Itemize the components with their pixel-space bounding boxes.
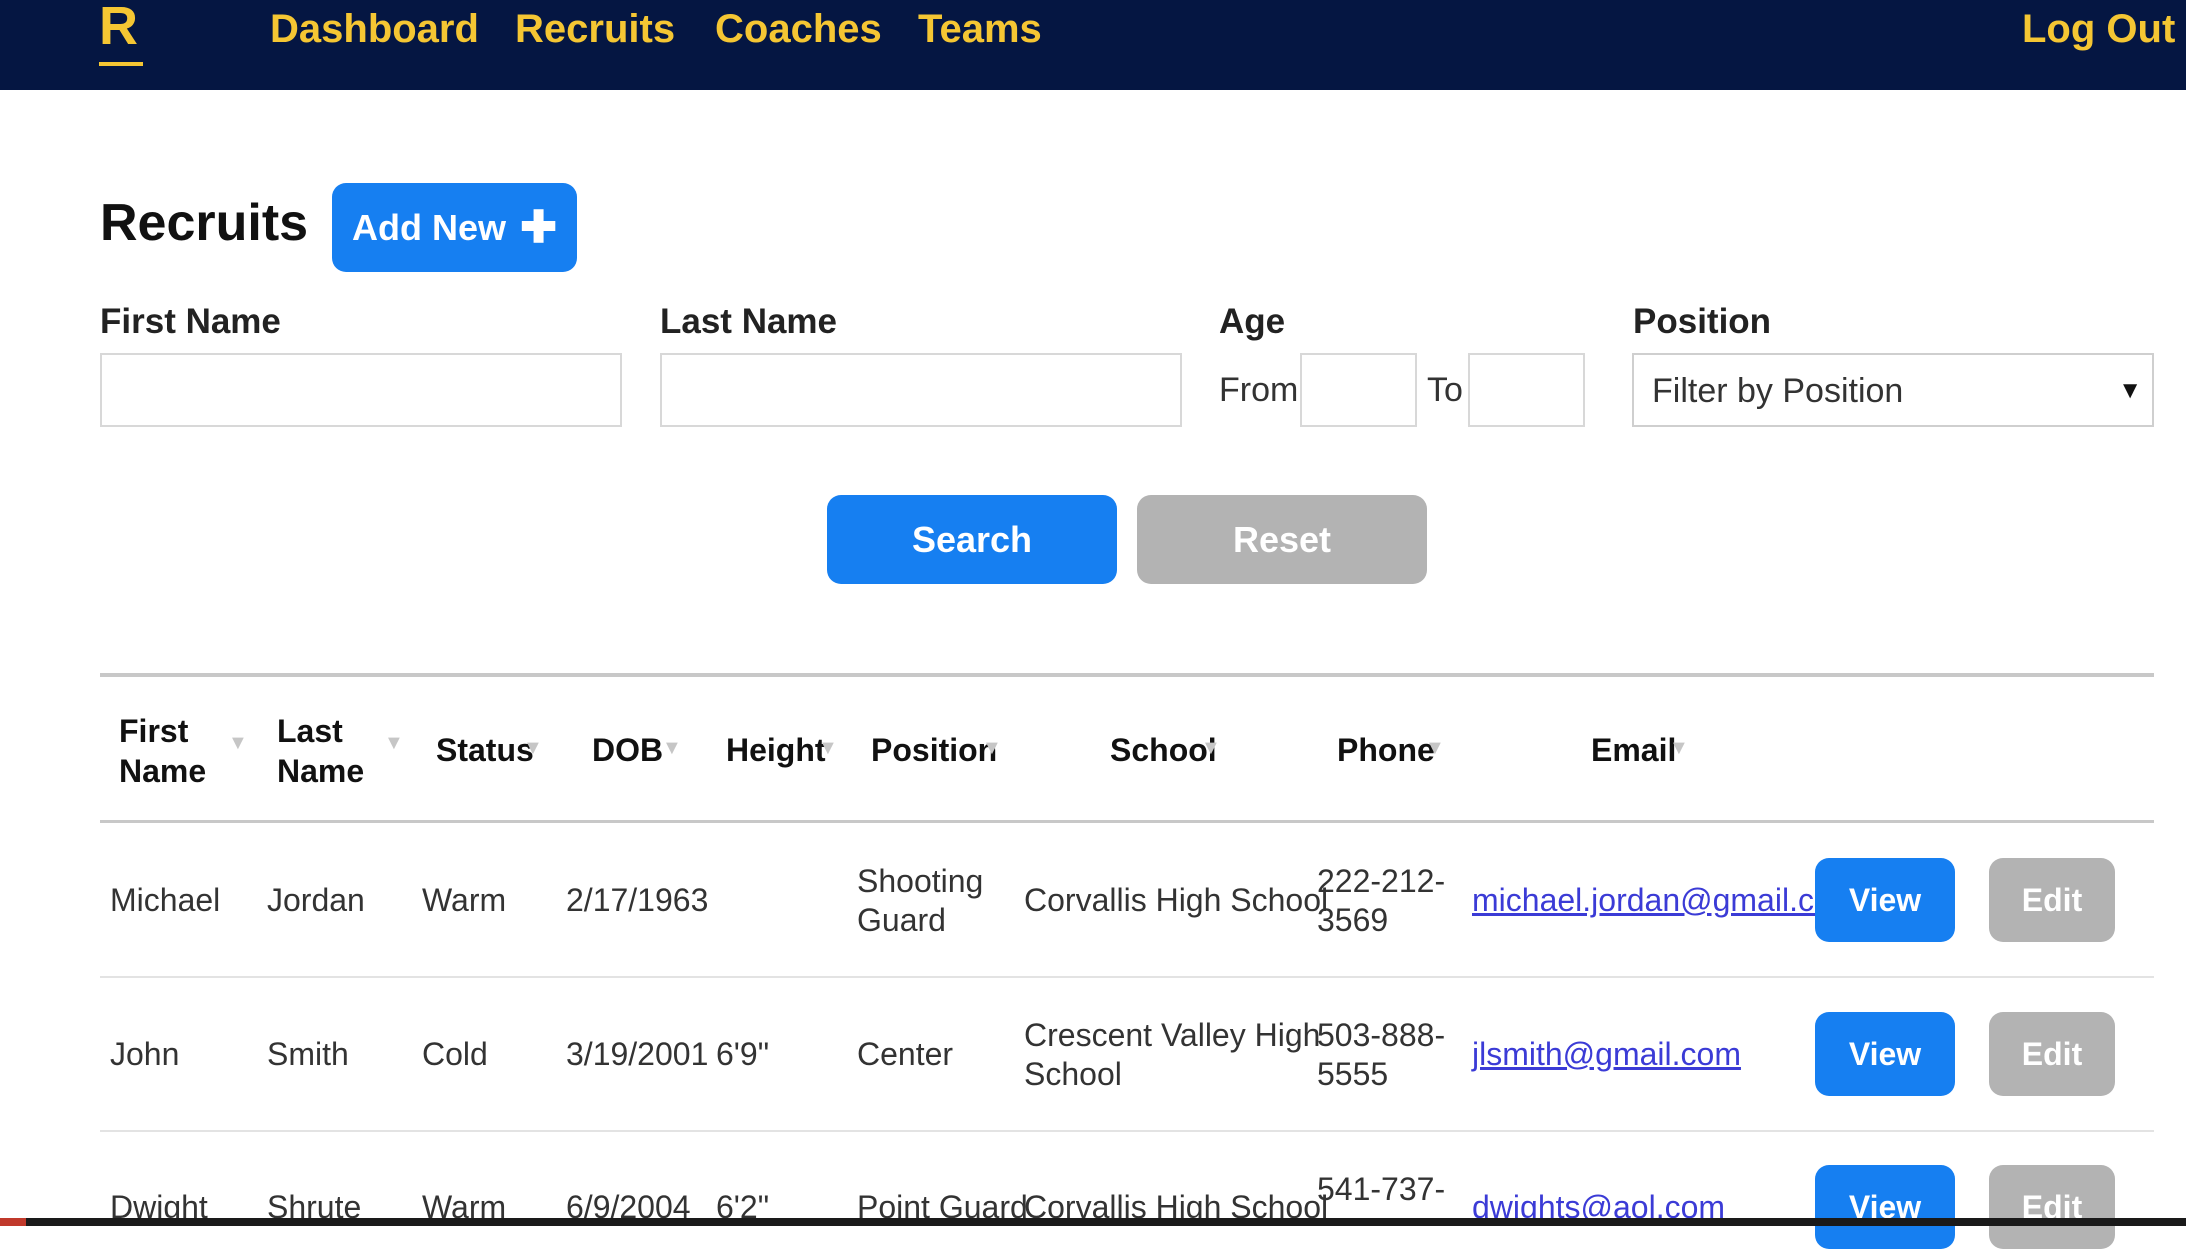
cell-status: Warm — [422, 882, 507, 918]
view-button[interactable]: View — [1815, 858, 1955, 942]
nav-link-dashboard[interactable]: Dashboard — [270, 4, 479, 54]
sort-icon[interactable]: ▼ — [662, 736, 682, 760]
os-taskbar — [0, 1218, 2186, 1226]
app-logo[interactable]: R — [99, 0, 138, 56]
age-to-input[interactable] — [1468, 353, 1585, 427]
sort-icon[interactable]: ▼ — [982, 736, 1002, 760]
header-email[interactable]: Email — [1591, 730, 1676, 770]
header-height[interactable]: Height — [726, 730, 826, 770]
sort-icon[interactable]: ▼ — [1425, 736, 1445, 760]
cell-last-name: Jordan — [267, 882, 365, 918]
cell-phone-line: 5555 — [1317, 1056, 1389, 1092]
row-divider — [100, 1130, 2154, 1132]
cell-phone-line: 222-212- — [1317, 863, 1446, 899]
row-divider — [100, 976, 2154, 978]
cell-phone: 222-212- 3569 — [1317, 862, 1445, 940]
cell-status: Cold — [422, 1036, 488, 1072]
cell-first-name: Michael — [110, 882, 221, 918]
cell-dob: 2/17/1963 — [566, 882, 709, 918]
taskbar-accent — [0, 1218, 26, 1226]
cell-position-line: Shooting — [857, 863, 984, 899]
logo-underline — [99, 62, 143, 66]
nav-link-teams[interactable]: Teams — [918, 4, 1042, 54]
edit-button[interactable]: Edit — [1989, 1012, 2115, 1096]
logout-link[interactable]: Log Out — [2022, 4, 2175, 54]
nav-link-recruits[interactable]: Recruits — [515, 4, 675, 54]
header-position[interactable]: Position — [871, 730, 997, 770]
edit-button[interactable]: Edit — [1989, 1165, 2115, 1249]
cell-school: Crescent Valley High School — [1024, 1016, 1320, 1094]
header-last-name[interactable]: Last Name — [277, 711, 364, 791]
first-name-input[interactable] — [100, 353, 622, 427]
header-dob[interactable]: DOB — [592, 730, 663, 770]
cell-email: jlsmith@gmail.com — [1472, 1035, 1741, 1074]
caret-down-icon: ▼ — [2118, 377, 2142, 404]
view-button[interactable]: View — [1815, 1165, 1955, 1249]
header-first-name[interactable]: First Name — [119, 711, 206, 791]
last-name-label: Last Name — [660, 302, 838, 341]
cell-school: Corvallis High School — [1024, 882, 1329, 918]
cell-phone: 503-888- 5555 — [1317, 1016, 1445, 1094]
table-top-border — [100, 673, 2154, 677]
email-link[interactable]: jlsmith@gmail.com — [1472, 1036, 1741, 1072]
cell-phone-line: 503-888- — [1317, 1017, 1446, 1053]
view-button[interactable]: View — [1815, 1012, 1955, 1096]
cell-last-name: Smith — [267, 1036, 349, 1072]
search-button[interactable]: Search — [827, 495, 1117, 584]
age-from-input[interactable] — [1300, 353, 1417, 427]
plus-icon: ✚ — [520, 202, 557, 252]
cell-height: 6'9" — [716, 1036, 770, 1072]
first-name-label: First Name — [100, 302, 281, 341]
nav-link-coaches[interactable]: Coaches — [715, 4, 882, 54]
cell-school-line: School — [1024, 1056, 1122, 1092]
cell-first-name: John — [110, 1036, 180, 1072]
cell-position-line: Guard — [857, 902, 946, 938]
cell-phone: 541-737- — [1317, 1171, 1446, 1207]
reset-button[interactable]: Reset — [1137, 495, 1427, 584]
sort-icon[interactable]: ▼ — [1669, 736, 1689, 760]
table-header-border — [100, 820, 2154, 823]
position-label: Position — [1633, 302, 1772, 341]
email-link[interactable]: michael.jordan@gmail.com — [1472, 882, 1858, 918]
position-select[interactable]: Filter by Position ▼ — [1632, 353, 2154, 427]
cell-position: Center — [857, 1036, 954, 1072]
header-phone[interactable]: Phone — [1337, 730, 1435, 770]
cell-email: michael.jordan@gmail.com — [1472, 881, 1858, 920]
sort-icon[interactable]: ▼ — [818, 736, 838, 760]
sort-icon[interactable]: ▼ — [523, 736, 543, 760]
age-to-label: To — [1427, 371, 1463, 409]
add-new-label: Add New — [352, 206, 507, 248]
sort-icon[interactable]: ▼ — [384, 731, 404, 755]
sort-icon[interactable]: ▼ — [228, 731, 248, 755]
edit-button[interactable]: Edit — [1989, 858, 2115, 942]
last-name-input[interactable] — [660, 353, 1182, 427]
top-navbar: R Dashboard Recruits Coaches Teams Log O… — [0, 0, 2186, 90]
age-label: Age — [1219, 302, 1286, 341]
cell-dob: 3/19/2001 — [566, 1036, 709, 1072]
age-from-label: From — [1219, 371, 1299, 409]
add-new-button[interactable]: Add New ✚ — [332, 183, 577, 272]
header-status[interactable]: Status — [436, 730, 534, 770]
page-title: Recruits — [100, 194, 309, 252]
position-select-value: Filter by Position — [1652, 372, 1904, 410]
cell-position: Shooting Guard — [857, 862, 983, 940]
cell-phone-line: 3569 — [1317, 902, 1389, 938]
cell-school-line: Crescent Valley High — [1024, 1017, 1321, 1053]
sort-icon[interactable]: ▼ — [1201, 736, 1221, 760]
